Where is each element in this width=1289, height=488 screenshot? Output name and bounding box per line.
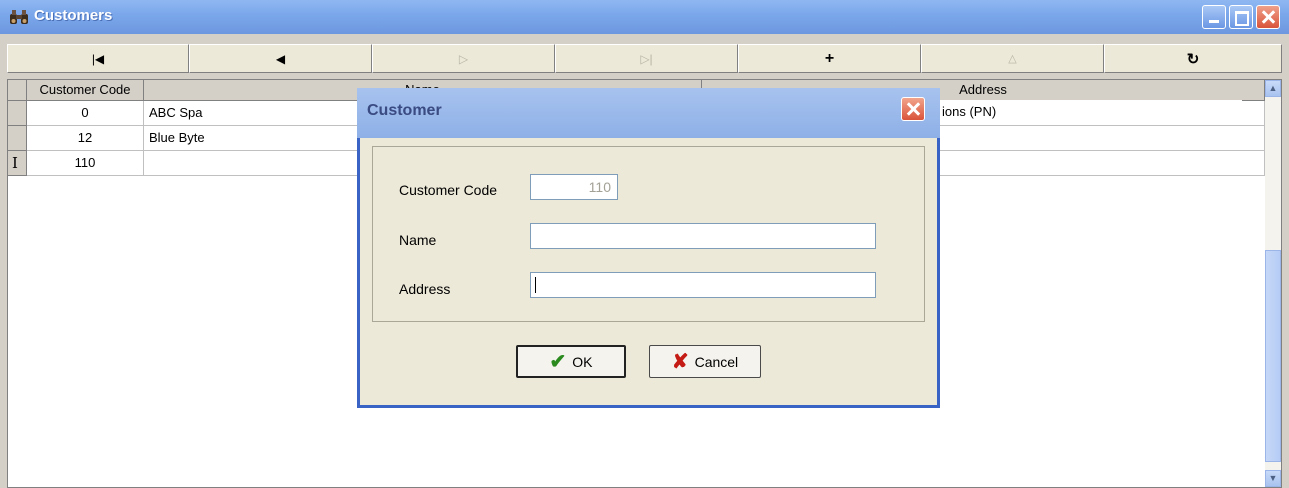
maximize-button[interactable] [1229, 5, 1253, 29]
db-navigator: |◀ ◀ ▷ ▷| + △ ↻ [7, 44, 1289, 73]
check-icon: ✔ [549, 351, 567, 373]
name-label: Name [399, 232, 437, 248]
customer-code-label: Customer Code [399, 182, 498, 198]
customer-code-field[interactable]: 110 [530, 174, 618, 200]
binoculars-icon [10, 10, 28, 24]
minimize-button[interactable] [1202, 5, 1226, 29]
refresh-icon: ↻ [1186, 50, 1200, 68]
row-indicator[interactable]: I [8, 151, 27, 176]
row-indicator[interactable] [8, 101, 27, 126]
customer-fields-group: Customer Code 110 Name Address [372, 146, 925, 322]
address-label: Address [399, 281, 451, 297]
cancel-label: Cancel [694, 353, 739, 370]
next-record-icon: ▷ [458, 51, 469, 66]
prior-record-icon: ◀ [275, 51, 286, 66]
dialog-body: Customer Code 110 Name Address ✔ OK ✘ Ca… [360, 138, 937, 405]
first-record-icon: |◀ [91, 51, 105, 66]
scroll-down-icon[interactable]: ▼ [1265, 470, 1281, 487]
dialog-title: Customer [367, 102, 442, 119]
customer-dialog: Customer Customer Code 110 Name Address … [357, 88, 940, 408]
cancel-button[interactable]: ✘ Cancel [649, 345, 761, 378]
plus-icon: + [824, 49, 835, 67]
scroll-thumb[interactable] [1265, 250, 1281, 462]
vertical-scrollbar[interactable]: ▲ ▼ [1265, 80, 1281, 487]
header-indicator-cell [8, 80, 27, 101]
edit-cursor-icon: I [12, 154, 18, 172]
row-indicator[interactable] [8, 126, 27, 151]
first-record-button[interactable]: |◀ [7, 44, 189, 73]
close-button[interactable] [1256, 5, 1280, 29]
cell-customer-code[interactable]: 12 [27, 126, 144, 151]
window-title-bar[interactable]: Customers [0, 0, 1289, 34]
dialog-title-bar[interactable]: Customer [357, 88, 940, 138]
cell-customer-code[interactable]: 110 [27, 151, 144, 176]
post-edit-button[interactable]: △ [921, 44, 1104, 73]
name-field[interactable] [530, 223, 876, 249]
last-record-button[interactable]: ▷| [555, 44, 738, 73]
address-visible-fragment: ions (PN) [940, 100, 1242, 125]
refresh-button[interactable]: ↻ [1104, 44, 1282, 73]
dialog-close-button[interactable] [901, 97, 925, 121]
post-edit-icon: △ [1008, 53, 1017, 65]
window-title: Customers [34, 7, 113, 24]
last-record-icon: ▷| [640, 51, 653, 66]
ok-label: OK [572, 353, 593, 370]
prior-record-button[interactable]: ◀ [189, 44, 372, 73]
cell-customer-code[interactable]: 0 [27, 101, 144, 126]
text-caret [535, 277, 536, 293]
insert-record-button[interactable]: + [738, 44, 921, 73]
address-field[interactable] [530, 272, 876, 298]
ok-button[interactable]: ✔ OK [516, 345, 626, 378]
scroll-up-icon[interactable]: ▲ [1265, 80, 1281, 97]
header-customer-code[interactable]: Customer Code [27, 80, 144, 101]
next-record-button[interactable]: ▷ [372, 44, 555, 73]
cancel-x-icon: ✘ [671, 351, 689, 373]
